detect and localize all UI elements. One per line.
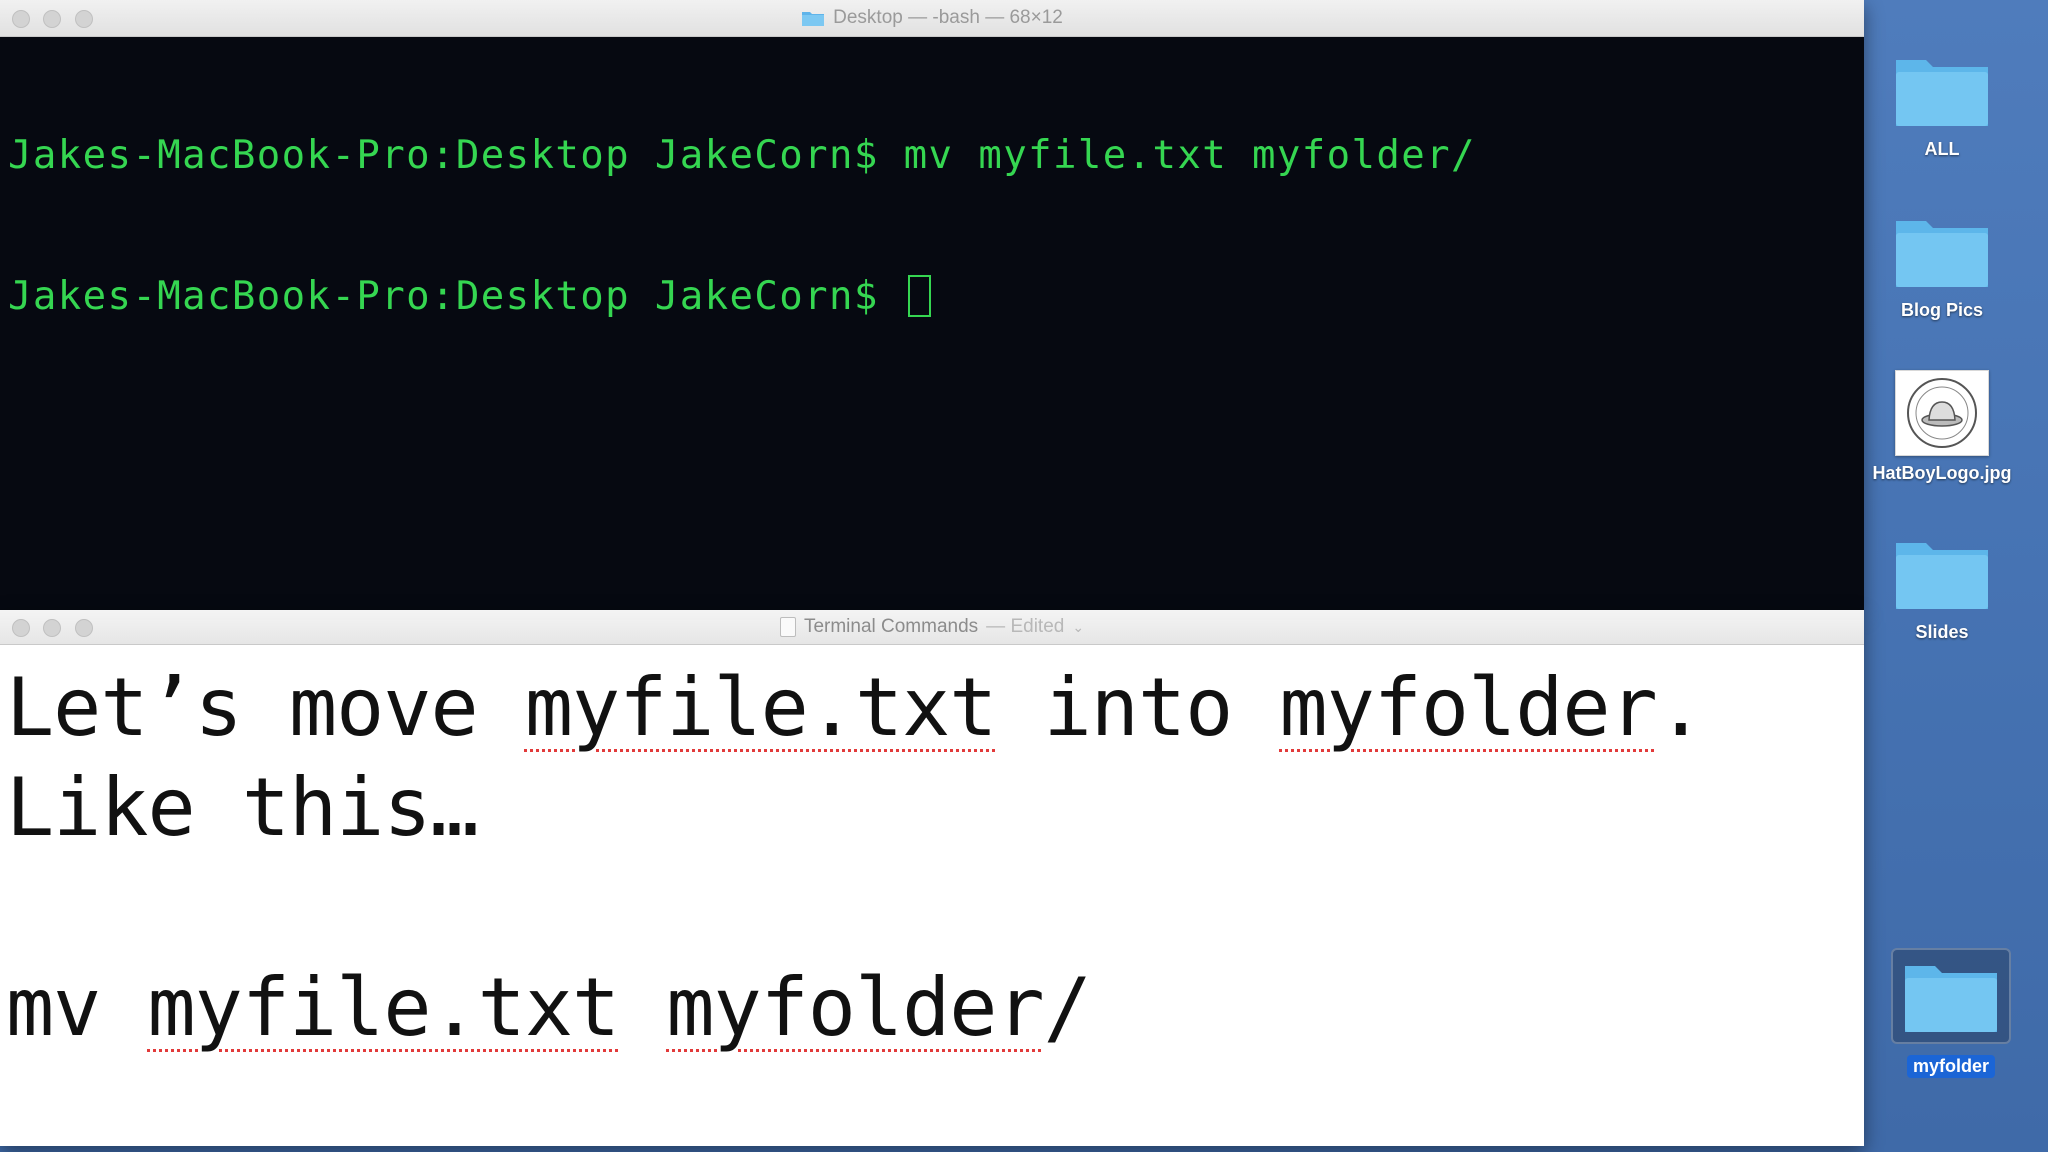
terminal-output[interactable]: Jakes-MacBook-Pro:Desktop JakeCorn$ mv m… bbox=[8, 38, 1856, 610]
folder-icon bbox=[1905, 966, 1997, 1032]
misspelled-word: myfile.txt bbox=[147, 961, 621, 1054]
desktop-icon-all[interactable]: ALL bbox=[1857, 52, 2027, 161]
text-run: Let’s move bbox=[6, 661, 525, 754]
text-cursor bbox=[907, 275, 931, 317]
terminal-title: Desktop — -bash — 68×12 bbox=[833, 7, 1063, 28]
desktop-icon-label: myfolder bbox=[1906, 1055, 1996, 1078]
desktop-icon-label: HatBoyLogo.jpg bbox=[1872, 463, 2012, 483]
edited-status[interactable]: — Edited bbox=[986, 616, 1064, 638]
desktop: Desktop — -bash — 68×12 Jakes-MacBook-Pr… bbox=[0, 0, 2048, 1152]
editor-title: Terminal Commands bbox=[803, 616, 979, 637]
misspelled-word: myfolder bbox=[666, 961, 1044, 1054]
misspelled-word: myfolder bbox=[1279, 661, 1657, 754]
document-icon bbox=[779, 617, 796, 637]
folder-icon bbox=[1896, 543, 1988, 609]
editor-titlebar[interactable]: Terminal Commands — Edited ⌄ bbox=[0, 610, 1864, 645]
text-run: . bbox=[1656, 661, 1705, 754]
desktop-icon-label: Blog Pics bbox=[1900, 300, 1984, 320]
document-text-area[interactable]: Let’s move myfile.txt into myfolder. Lik… bbox=[6, 650, 1854, 1146]
terminal-line: Jakes-MacBook-Pro:Desktop JakeCorn$ mv m… bbox=[8, 133, 1476, 178]
desktop-icon-hatboylogo[interactable]: HatBoyLogo.jpg bbox=[1857, 370, 2027, 485]
misspelled-word: myfile.txt bbox=[524, 661, 998, 754]
folder-icon bbox=[1896, 60, 1988, 126]
terminal-prompt-line[interactable]: Jakes-MacBook-Pro:Desktop JakeCorn$ bbox=[8, 273, 1856, 320]
image-thumbnail-icon bbox=[1895, 370, 1989, 456]
folder-icon bbox=[801, 9, 825, 27]
desktop-icon-blog-pics[interactable]: Blog Pics bbox=[1857, 213, 2027, 322]
textedit-window[interactable]: Terminal Commands — Edited ⌄ Let’s move … bbox=[0, 610, 1864, 1146]
text-run: mv bbox=[6, 961, 148, 1054]
document-line: Like this… bbox=[6, 761, 479, 854]
text-run: into bbox=[996, 661, 1280, 754]
desktop-icon-myfolder[interactable]: myfolder bbox=[1866, 948, 2036, 1078]
terminal-prompt: Jakes-MacBook-Pro:Desktop JakeCorn$ bbox=[8, 274, 904, 319]
document-line: Let’s move myfile.txt into myfolder. bbox=[6, 660, 1705, 756]
terminal-titlebar[interactable]: Desktop — -bash — 68×12 bbox=[0, 0, 1864, 37]
document-line: mv myfile.txt myfolder/ bbox=[6, 960, 1092, 1056]
text-run: / bbox=[1043, 961, 1092, 1054]
selection-highlight bbox=[1891, 948, 2011, 1044]
desktop-icon-label: Slides bbox=[1915, 622, 1969, 642]
folder-icon bbox=[1896, 221, 1988, 287]
terminal-window[interactable]: Desktop — -bash — 68×12 Jakes-MacBook-Pr… bbox=[0, 0, 1864, 610]
desktop-icon-slides[interactable]: Slides bbox=[1857, 535, 2027, 644]
desktop-icon-label: ALL bbox=[1924, 139, 1960, 159]
chevron-down-icon[interactable]: ⌄ bbox=[1072, 619, 1084, 636]
text-run bbox=[619, 961, 666, 1054]
